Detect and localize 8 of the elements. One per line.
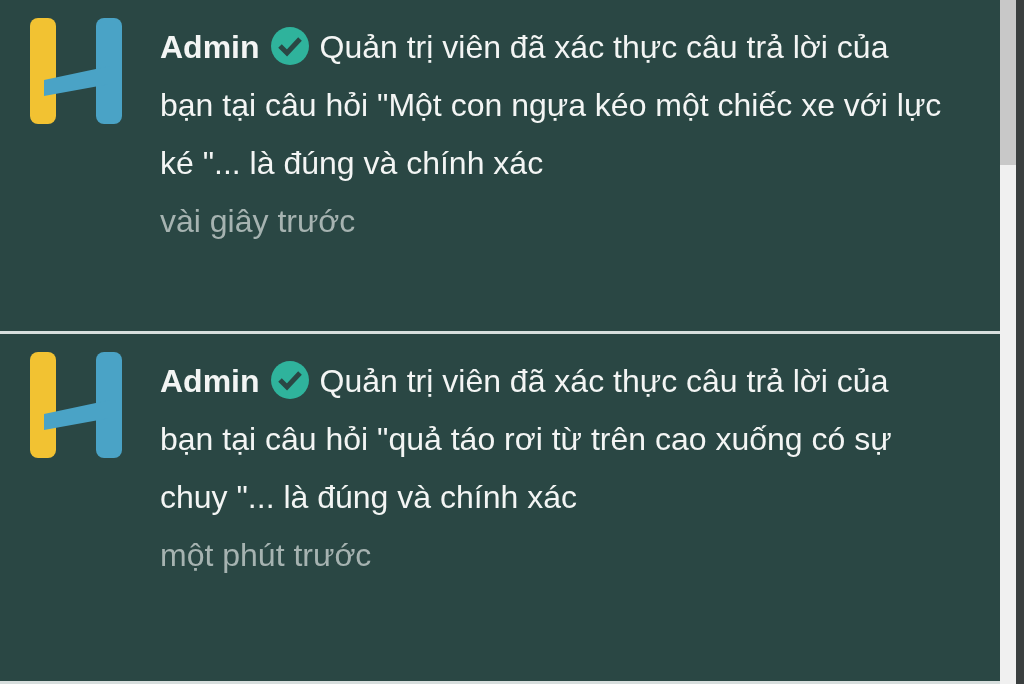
scrollbar-thumb[interactable] xyxy=(1000,0,1016,165)
logo-icon xyxy=(30,18,122,124)
notification-text: Admin Quản trị viên đã xác thực câu trả lời của bạn tại câu hỏi "Một con ngựa kéo một chiếc xe với lực ké "... là đúng và chính xác xyxy=(160,18,950,192)
notification-time: một phút trước xyxy=(160,536,373,575)
notification-text: Admin Quản trị viên đã xác thực câu trả lời của bạn tại câu hỏi "quả táo rơi từ trên cao xuống có sự chuy "... là đúng và chính xác xyxy=(160,352,950,526)
notification-time: vài giây trước xyxy=(160,202,357,241)
logo-icon xyxy=(30,352,122,458)
scrollbar[interactable] xyxy=(1000,0,1016,684)
